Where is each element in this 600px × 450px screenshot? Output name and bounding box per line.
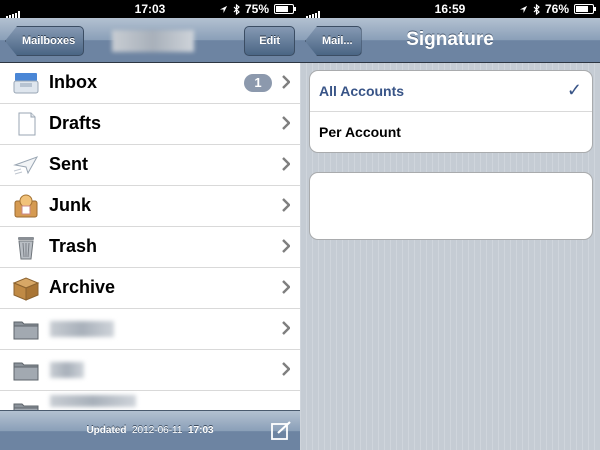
mailbox-row-junk[interactable]: Junk bbox=[0, 186, 300, 227]
mailbox-row-drafts[interactable]: Drafts bbox=[0, 104, 300, 145]
junk-icon bbox=[14, 194, 38, 218]
mailbox-label: Drafts bbox=[49, 113, 102, 133]
mailbox-row-trash[interactable]: Trash bbox=[0, 227, 300, 268]
redacted-folder-name bbox=[50, 321, 114, 337]
battery-percent: 75% bbox=[244, 2, 269, 16]
page-title: Signature bbox=[406, 29, 494, 50]
navigation-bar: Mail... Signature bbox=[300, 18, 600, 63]
checkmark-icon: ✓ bbox=[566, 80, 582, 100]
compose-icon[interactable] bbox=[270, 421, 292, 441]
redacted-account-name bbox=[112, 30, 194, 52]
chevron-right-icon bbox=[282, 116, 290, 130]
redacted-folder-name bbox=[50, 362, 84, 378]
folder-icon bbox=[13, 321, 39, 340]
drafts-icon bbox=[18, 112, 36, 136]
chevron-right-icon bbox=[282, 362, 290, 376]
inbox-icon bbox=[13, 73, 39, 94]
navigation-bar: Mailboxes Edit bbox=[0, 18, 300, 63]
trash-icon bbox=[18, 237, 34, 260]
battery-percent: 76% bbox=[544, 2, 569, 16]
signature-scope-group: All Accounts ✓ Per Account bbox=[309, 70, 593, 153]
mailbox-label: Archive bbox=[49, 277, 116, 297]
location-icon bbox=[519, 5, 528, 13]
bluetooth-icon bbox=[233, 3, 240, 15]
mailbox-label: Trash bbox=[49, 236, 98, 256]
option-label: All Accounts bbox=[319, 83, 405, 99]
mailbox-row-folder[interactable] bbox=[0, 350, 300, 391]
bluetooth-icon bbox=[533, 3, 540, 15]
chevron-right-icon bbox=[282, 157, 290, 171]
status-bar: 16:59 76% bbox=[300, 0, 600, 19]
battery-icon bbox=[274, 4, 296, 14]
chevron-right-icon bbox=[282, 280, 290, 294]
option-all-accounts[interactable]: All Accounts ✓ bbox=[310, 71, 592, 112]
mailbox-row-sent[interactable]: Sent bbox=[0, 145, 300, 186]
option-label: Per Account bbox=[319, 124, 401, 140]
edit-button[interactable]: Edit bbox=[244, 26, 295, 56]
mailbox-label: Junk bbox=[49, 195, 92, 215]
updated-label: Updated bbox=[86, 425, 127, 436]
updated-date: 2012-06-11 bbox=[132, 425, 183, 436]
redacted-folder-name bbox=[50, 395, 136, 407]
option-per-account[interactable]: Per Account bbox=[310, 112, 592, 152]
chevron-right-icon bbox=[282, 198, 290, 212]
mailbox-row-inbox[interactable]: Inbox 1 bbox=[0, 63, 300, 104]
signature-text-field[interactable] bbox=[309, 172, 593, 240]
mailbox-label: Inbox bbox=[49, 72, 97, 92]
chevron-right-icon bbox=[282, 239, 290, 253]
archive-icon bbox=[12, 277, 40, 301]
location-icon bbox=[219, 5, 228, 13]
chevron-right-icon bbox=[282, 321, 290, 335]
mailbox-list: Inbox 1 Drafts Sent Junk Trash Archive bbox=[0, 63, 300, 432]
status-bar: 17:03 75% bbox=[0, 0, 300, 19]
folder-icon bbox=[13, 362, 39, 381]
mailbox-row-folder[interactable] bbox=[0, 309, 300, 350]
mailbox-row-archive[interactable]: Archive bbox=[0, 268, 300, 309]
updated-status: Updated 2012-06-11 17:03 bbox=[0, 425, 300, 436]
sent-icon bbox=[13, 156, 39, 175]
battery-icon bbox=[574, 4, 596, 14]
bottom-toolbar: Updated 2012-06-11 17:03 bbox=[0, 410, 300, 450]
unread-count-badge: 1 bbox=[244, 74, 272, 92]
mailboxes-back-button[interactable]: Mailboxes bbox=[5, 26, 85, 56]
signature-screen: 16:59 76% Mail... Signature All Accounts… bbox=[300, 0, 600, 450]
chevron-right-icon bbox=[282, 75, 290, 89]
mailboxes-screen: 17:03 75% Mailboxes Edit Inbox 1 Drafts … bbox=[0, 0, 300, 450]
updated-time: 17:03 bbox=[187, 425, 214, 436]
mailbox-label: Sent bbox=[49, 154, 89, 174]
